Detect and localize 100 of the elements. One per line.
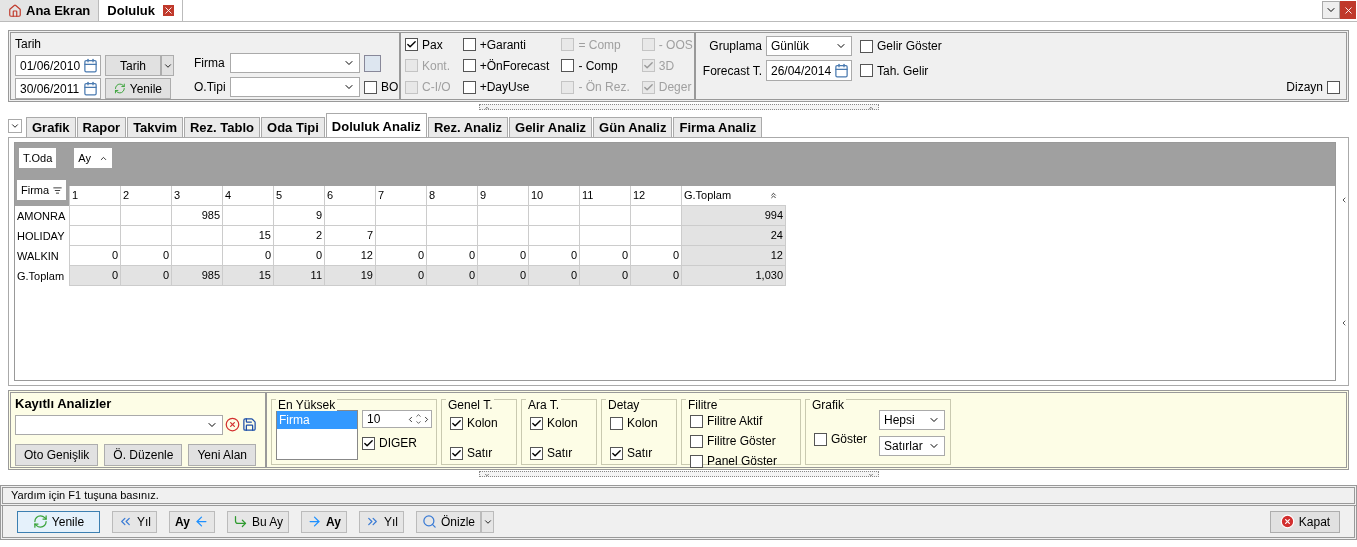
caret-icon (867, 105, 874, 111)
arrow-right-icon (307, 514, 323, 529)
checkbox[interactable] (462, 80, 476, 94)
table-cell: 11 (273, 266, 324, 286)
checkbox[interactable] (530, 446, 543, 460)
total-cell: 12 (681, 246, 786, 266)
bent-arrow-icon (232, 514, 248, 529)
table-cell (528, 226, 579, 246)
dropdown[interactable]: Hepsi (879, 410, 945, 430)
checkbox-label: Göster (831, 431, 867, 448)
checkbox[interactable] (462, 38, 476, 52)
panel-button[interactable]: Oto Genişlik (15, 443, 99, 466)
tab[interactable]: Rez. Analiz (427, 117, 509, 137)
checkbox[interactable] (561, 59, 575, 73)
magnifier-icon (422, 514, 437, 529)
checkbox[interactable] (690, 434, 703, 448)
column-header: 5 (273, 186, 324, 205)
column-header: 8 (426, 186, 477, 205)
toolbar-button[interactable]: Önizle (416, 510, 481, 533)
sort-icon (769, 191, 778, 200)
table-cell: 0 (528, 266, 579, 286)
checkbox-label: DIGER (379, 435, 417, 452)
collapse-icon (1340, 319, 1348, 328)
close-icon (163, 5, 174, 16)
checkbox[interactable] (362, 436, 375, 450)
tab[interactable]: Oda Tipi (261, 117, 325, 137)
toolbar-button[interactable]: Bu Ay (226, 510, 290, 533)
checkbox[interactable] (450, 416, 463, 430)
row-field[interactable]: Firma (17, 180, 67, 200)
checkbox[interactable] (450, 446, 463, 460)
dropdown[interactable]: Satırlar (879, 436, 945, 456)
date-field[interactable]: 01/06/2010 (15, 55, 101, 76)
column-field[interactable]: Ay (74, 148, 112, 168)
table-cell: 0 (630, 266, 681, 286)
toolbar-button[interactable]: Ay (301, 510, 347, 533)
splitter-handle[interactable] (478, 471, 879, 477)
tab[interactable]: Firma Analiz (673, 117, 763, 137)
checkbox[interactable] (814, 432, 827, 446)
tab[interactable]: Grafik (26, 117, 76, 137)
calendar-icon (834, 63, 849, 78)
panel-button[interactable]: Yeni Alan (188, 443, 256, 466)
checkbox[interactable] (1327, 80, 1340, 94)
date-button[interactable]: Tarih (105, 55, 161, 76)
column-header: 1 (69, 186, 120, 205)
table-cell: 985 (171, 206, 222, 226)
checkbox-label: Satır (547, 445, 573, 462)
field-label: Tarih (15, 36, 42, 53)
dropdown[interactable]: Günlük (766, 36, 852, 56)
checkbox-label: Kont. (422, 58, 451, 75)
table-cell: 15 (222, 266, 273, 286)
number-field[interactable]: 10 (362, 410, 432, 428)
checkbox-label: - OOS (658, 36, 693, 54)
total-cell: 24 (681, 226, 786, 246)
toolbar-button[interactable]: Yenile (17, 510, 100, 533)
checkbox-label: Filitre Göster (707, 433, 776, 450)
row-header: WALKIN (16, 248, 60, 264)
checkbox[interactable] (610, 446, 623, 460)
tab[interactable]: Takvim (127, 117, 183, 137)
tab[interactable]: Rez. Tablo (184, 117, 261, 137)
tab[interactable]: Rapor (76, 117, 127, 137)
table-cell (120, 226, 171, 246)
splitter-handle[interactable] (478, 104, 879, 110)
toolbar-button[interactable]: Ay (169, 510, 215, 533)
checkbox-label: Tah. Gelir (877, 62, 929, 80)
column-header: 10 (528, 186, 579, 205)
document-tab[interactable]: Ana Ekran (0, 0, 100, 21)
tab[interactable]: Gelir Analiz (509, 117, 593, 137)
panel-button[interactable]: Ö. Düzenle (104, 443, 183, 466)
tab[interactable]: Gün Analiz (593, 117, 673, 137)
row-header: G.Toplam (16, 268, 66, 284)
checkbox[interactable] (364, 80, 377, 94)
checkbox[interactable] (690, 414, 703, 428)
close-button[interactable] (1340, 1, 1356, 19)
date-field[interactable]: 26/04/2014 (766, 60, 852, 81)
checkbox[interactable] (860, 64, 873, 77)
checkbox-label: Kolon (467, 415, 498, 432)
table-cell (477, 226, 528, 246)
toolbar-button[interactable]: Yıl (112, 510, 157, 533)
checkbox[interactable] (405, 38, 418, 52)
calendar-icon (83, 58, 98, 73)
checkbox[interactable] (462, 59, 476, 73)
checkbox[interactable] (860, 39, 873, 53)
date-field[interactable]: 30/06/2011 (15, 78, 101, 99)
checkbox[interactable] (530, 416, 543, 430)
table-cell (69, 226, 120, 246)
refresh-button[interactable]: Yenile (105, 78, 171, 99)
checkbox-label: Dizayn (1286, 79, 1323, 96)
save-icon (242, 417, 257, 432)
table-cell: 0 (120, 266, 171, 286)
toolbar-button[interactable]: Yıl (358, 510, 404, 533)
table-cell: 0 (579, 266, 630, 286)
checkbox[interactable] (610, 416, 623, 430)
close-button[interactable]: Kapat (1270, 510, 1340, 533)
checkbox-label: Gelir Göster (877, 38, 942, 55)
field-label: O.Tipi (194, 79, 226, 96)
checkbox[interactable] (690, 454, 703, 468)
tab[interactable]: Doluluk Analiz (325, 113, 427, 137)
checkbox-label: C-I/O (422, 79, 451, 97)
dropdown-button[interactable] (1322, 1, 1340, 19)
filter-field[interactable]: T.Oda (19, 148, 57, 168)
